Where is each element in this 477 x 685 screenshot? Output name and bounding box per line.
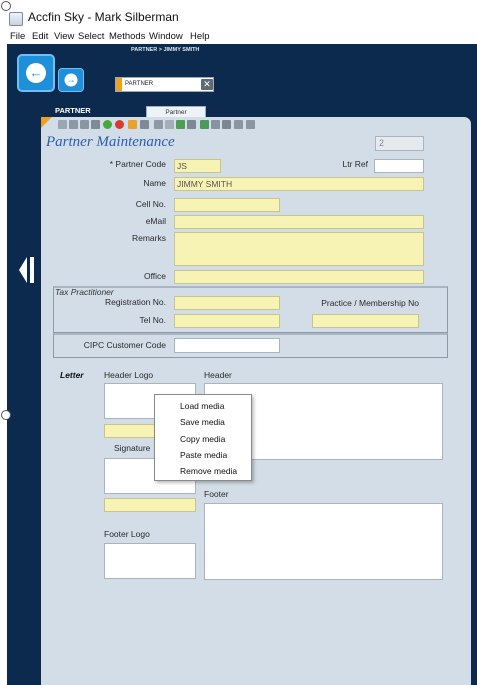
ltr-ref-label: Ltr Ref (342, 159, 368, 169)
office-label: Office (143, 271, 166, 281)
menu-select[interactable]: Select (78, 31, 104, 42)
email-label: eMail (145, 216, 166, 226)
name-label: Name (143, 178, 166, 188)
back-button[interactable]: ← (17, 54, 55, 92)
office-field[interactable] (174, 270, 424, 284)
menu-item-load-media[interactable]: Load media (180, 401, 224, 411)
menu-bar: File Edit View Select Methods Window Hel… (0, 30, 477, 44)
menu-file[interactable]: File (10, 31, 25, 42)
cancel-icon[interactable] (115, 120, 124, 129)
header-logo-label: Header Logo (104, 370, 154, 380)
cipc-label: CIPC Customer Code (83, 340, 166, 350)
filter-icon[interactable] (165, 120, 174, 129)
registration-field[interactable] (174, 296, 280, 310)
grid-icon[interactable] (234, 120, 243, 129)
menu-window[interactable]: Window (149, 31, 183, 42)
menu-item-copy-media[interactable]: Copy media (180, 434, 225, 444)
layout-icon[interactable] (246, 120, 255, 129)
menu-item-save-media[interactable]: Save media (180, 417, 225, 427)
cut-icon[interactable] (80, 120, 89, 129)
email-field[interactable] (174, 215, 424, 229)
note-icon[interactable] (222, 120, 231, 129)
footer-logo-label: Footer Logo (104, 529, 150, 539)
footer-text-area[interactable] (204, 503, 443, 580)
record-number: 2 (375, 136, 424, 151)
signature-label: Signature (114, 443, 151, 453)
practice-membership-field[interactable] (312, 314, 419, 328)
close-icon[interactable]: ✕ (201, 79, 213, 90)
media-context-menu: Load media Save media Copy media Paste m… (154, 394, 252, 481)
header-label: Header (204, 370, 232, 380)
menu-item-remove-media[interactable]: Remove media (180, 466, 237, 476)
open-icon[interactable] (69, 120, 78, 129)
practice-membership-label: Practice / Membership No (321, 298, 419, 308)
save-icon[interactable] (140, 120, 149, 129)
breadcrumb-tab-label: PARTNER (125, 81, 154, 87)
menu-edit[interactable]: Edit (32, 31, 48, 42)
refresh-icon[interactable] (176, 120, 185, 129)
title-bar: Accfin Sky - Mark Silberman (0, 0, 477, 30)
ltr-ref-field[interactable] (374, 159, 424, 173)
arrow-left-icon: ← (26, 63, 46, 83)
partner-code-label: * Partner Code (109, 159, 166, 169)
registration-label: Registration No. (105, 297, 166, 307)
remarks-field[interactable] (174, 232, 424, 266)
section-label: PARTNER (55, 106, 91, 115)
remarks-label: Remarks (131, 233, 166, 243)
menu-view[interactable]: View (54, 31, 74, 42)
menu-methods[interactable]: Methods (109, 31, 145, 42)
print-icon[interactable] (187, 120, 196, 129)
ok-icon[interactable] (103, 120, 112, 129)
cell-field[interactable] (174, 198, 280, 212)
sort-icon[interactable] (200, 120, 209, 129)
menu-item-paste-media[interactable]: Paste media (180, 450, 227, 460)
orange-marker-icon (116, 78, 122, 91)
tax-practitioner-title: Tax Practitioner (55, 287, 114, 297)
breadcrumb-tab[interactable]: PARTNER ✕ (115, 77, 214, 92)
breadcrumb: PARTNER > JIMMY SMITH (131, 47, 200, 53)
collapse-left-icon[interactable] (17, 255, 39, 285)
forward-button[interactable]: → (58, 68, 84, 92)
tel-field[interactable] (174, 314, 280, 328)
name-field[interactable]: JIMMY SMITH (174, 177, 424, 191)
insert-icon[interactable] (128, 120, 137, 129)
cipc-field[interactable] (174, 338, 280, 353)
page-title: Partner Maintenance (46, 134, 175, 150)
new-icon[interactable] (58, 120, 67, 129)
tel-label: Tel No. (139, 315, 166, 325)
copy-icon[interactable] (91, 120, 100, 129)
resize-handle-top-left[interactable] (1, 1, 11, 11)
find-icon[interactable] (154, 120, 163, 129)
down-icon[interactable] (211, 120, 220, 129)
window-title: Accfin Sky - Mark Silberman (28, 10, 179, 24)
signature-path-field[interactable] (104, 498, 196, 512)
panel-corner-marker (41, 117, 52, 128)
partner-code-field[interactable]: JS (174, 159, 221, 173)
footer-label: Footer (204, 489, 229, 499)
app-icon (9, 12, 23, 26)
arrow-right-icon: → (64, 73, 78, 87)
menu-help[interactable]: Help (190, 31, 210, 42)
footer-logo-image[interactable] (104, 543, 196, 579)
resize-handle-left[interactable] (1, 410, 11, 420)
cell-label: Cell No. (135, 199, 166, 209)
letter-label: Letter (60, 370, 84, 380)
